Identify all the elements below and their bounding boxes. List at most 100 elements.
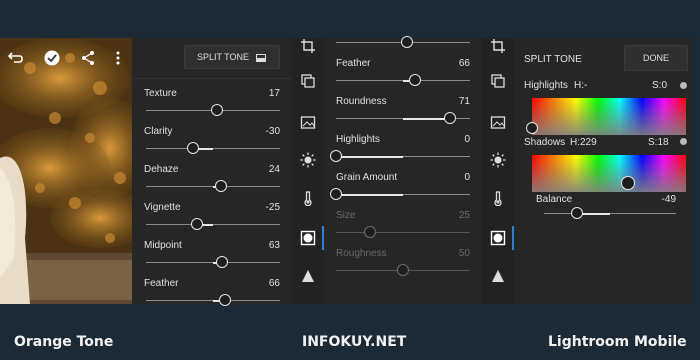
slider-handle[interactable] (363, 226, 376, 238)
undo-button[interactable] (6, 50, 24, 66)
crop-icon[interactable] (490, 38, 506, 54)
slider-value: 71 (458, 96, 470, 107)
slider-handle[interactable] (215, 180, 228, 192)
balance-track[interactable] (544, 213, 676, 214)
slider-label: Vignette (144, 202, 181, 213)
highlights-saturation: S:0 (652, 80, 668, 91)
slider-row (324, 20, 482, 58)
slider-value: 50 (458, 248, 470, 259)
light-icon[interactable] (300, 152, 316, 168)
slider-value: -30 (265, 126, 280, 137)
slider-row: Midpoint 63 (132, 240, 292, 278)
caption-center: INFOKUY.NET (302, 334, 407, 350)
balance-value: -49 (661, 194, 676, 205)
tool-column-2 (482, 38, 514, 304)
slider-row: Highlights 0 (324, 134, 482, 172)
slider-track[interactable] (336, 232, 470, 233)
slider-row: Texture 17 (132, 88, 292, 126)
undo-icon (7, 52, 23, 63)
slider-handle[interactable] (409, 74, 422, 86)
slider-label: Grain Amount (336, 172, 398, 183)
edit-panel-2: Feather 66 Roundness 71 Highlights 0 Grain Amo… (324, 36, 482, 304)
slider-row: Roughness 50 (324, 248, 482, 286)
slider-fill (336, 155, 403, 158)
color-icon[interactable] (490, 190, 506, 206)
slider-value: 66 (268, 278, 280, 289)
slider-label: Clarity (144, 126, 173, 137)
slider-fill (403, 117, 450, 120)
slider-value: -25 (265, 202, 280, 213)
highlights-reset-dot[interactable] (680, 82, 687, 89)
slider-label: Roughness (336, 248, 387, 259)
shadows-picker-handle[interactable] (621, 176, 635, 190)
presets-icon[interactable] (490, 73, 506, 89)
slider-row: Dehaze 24 (132, 164, 292, 202)
shadows-label: Shadows (524, 137, 566, 148)
slider-row: Grain Amount 0 (324, 172, 482, 210)
slider-label: Size (336, 210, 356, 221)
confirm-button[interactable] (43, 49, 61, 67)
slider-label: Midpoint (144, 240, 182, 251)
slider-handle[interactable] (401, 36, 414, 48)
slider-value: 25 (458, 210, 470, 221)
slider-handle[interactable] (211, 104, 224, 116)
slider-handle[interactable] (330, 188, 342, 200)
check-icon (44, 50, 60, 66)
done-button-label: DONE (642, 53, 669, 63)
slider-handle[interactable] (397, 264, 409, 276)
slider-row: Clarity -30 (132, 126, 292, 164)
slider-track[interactable] (146, 148, 280, 149)
balance-handle[interactable] (571, 207, 583, 219)
split-tone-panel: SPLIT TONE DONE Highlights H:- S:0 Shado… (514, 38, 692, 304)
highlights-picker-handle[interactable] (526, 122, 538, 134)
highlights-color-picker[interactable] (532, 98, 686, 135)
slider-value: 0 (464, 134, 470, 145)
slider-row: Feather 66 (132, 278, 292, 316)
slider-label: Roundness (336, 96, 387, 107)
photo-preview (0, 38, 132, 304)
effects-icon (490, 230, 506, 246)
slider-label: Highlights (336, 134, 380, 145)
slider-handle[interactable] (186, 142, 199, 154)
slider-label: Feather (144, 278, 179, 289)
slider-handle[interactable] (216, 256, 229, 268)
shadows-reset-dot[interactable] (680, 138, 687, 145)
caption-left: Orange Tone (14, 334, 114, 350)
presets-icon[interactable] (300, 73, 316, 89)
shadows-saturation: S:18 (648, 137, 669, 148)
photo-icon[interactable] (490, 114, 506, 130)
slider-handle[interactable] (219, 294, 232, 306)
effects-icon (300, 230, 316, 246)
more-button[interactable] (114, 50, 122, 66)
split-tone-title: SPLIT TONE (524, 54, 582, 65)
slider-handle[interactable] (443, 112, 456, 124)
crop-icon[interactable] (300, 38, 316, 54)
shadows-hue: H:229 (570, 137, 597, 148)
effects-tab[interactable] (482, 224, 514, 252)
photo-scene (0, 38, 132, 304)
detail-icon[interactable] (300, 268, 316, 284)
slider-handle[interactable] (330, 150, 342, 162)
slider-value: 0 (464, 172, 470, 183)
effects-tab[interactable] (292, 224, 324, 252)
slider-row: Size 25 (324, 210, 482, 248)
slider-handle[interactable] (190, 218, 203, 230)
shadows-color-picker[interactable] (532, 155, 686, 192)
done-button[interactable]: DONE (624, 45, 688, 71)
split-tone-button-label: SPLIT TONE (197, 52, 250, 62)
light-icon[interactable] (490, 152, 506, 168)
slider-value: 63 (268, 240, 280, 251)
slider-value: 17 (268, 88, 280, 99)
slider-value: 66 (458, 58, 470, 69)
color-icon[interactable] (300, 190, 316, 206)
slider-track[interactable] (146, 224, 280, 225)
highlights-hue: H:- (574, 80, 588, 91)
share-button[interactable] (80, 50, 96, 66)
slider-label: Texture (144, 88, 177, 99)
balance-label: Balance (536, 194, 573, 205)
slider-label: Dehaze (144, 164, 179, 175)
slider-label: Feather (336, 58, 371, 69)
detail-icon[interactable] (490, 268, 506, 284)
slider-value: 24 (268, 164, 280, 175)
photo-icon[interactable] (300, 114, 316, 130)
